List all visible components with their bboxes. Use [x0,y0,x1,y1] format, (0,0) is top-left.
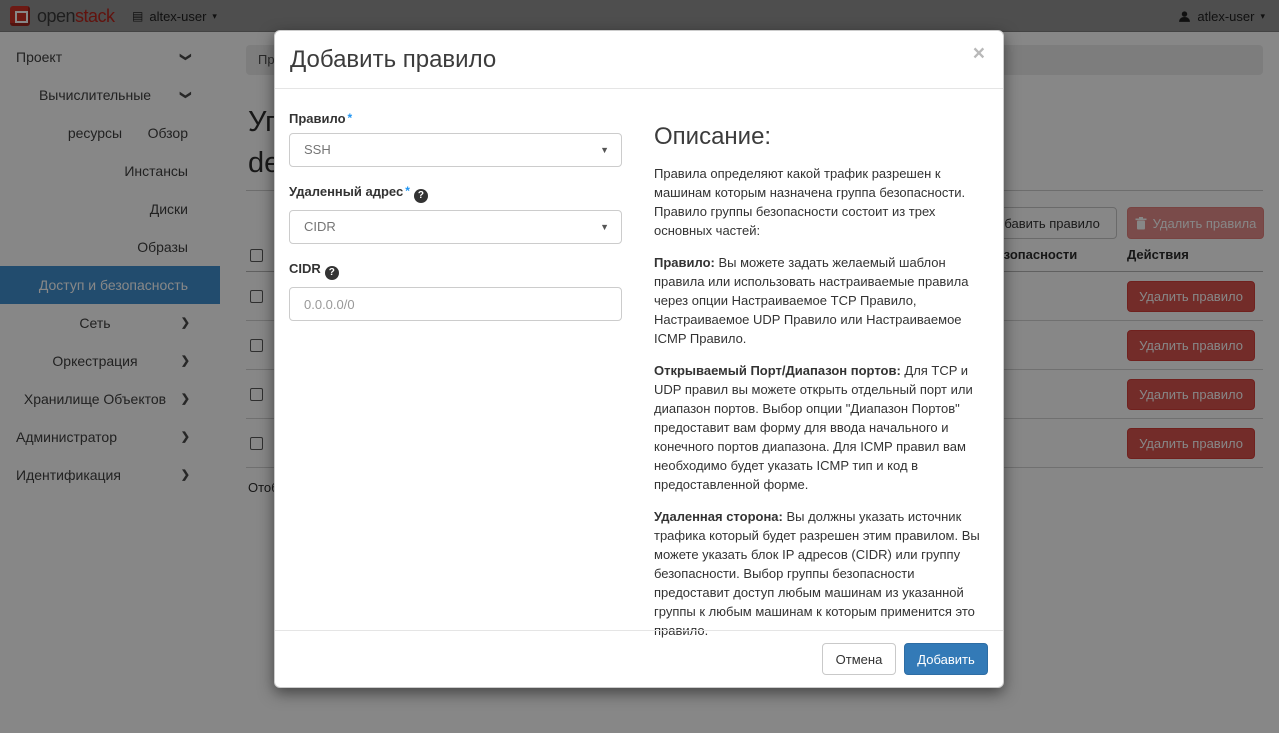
cidr-input[interactable] [289,287,622,321]
rule-label: Правило* [289,111,624,126]
description-term: Правило: [654,255,715,270]
cidr-label: CIDR? [289,261,624,280]
required-asterisk: * [405,184,410,198]
help-icon[interactable]: ? [414,189,428,203]
cancel-button[interactable]: Отмена [822,643,896,675]
modal-header: Добавить правило × [275,31,1003,89]
remote-label: Удаленный адрес*? [289,184,624,203]
rule-select[interactable]: SSH ▼ [289,133,622,167]
select-caret-icon: ▼ [600,211,609,243]
submit-button[interactable]: Добавить [904,643,988,675]
description-text: Для TCP и UDP правил вы можете открыть о… [654,363,973,492]
close-icon[interactable]: × [973,43,985,64]
description-section-remote: Удаленная сторона: Вы должны указать ист… [654,507,987,640]
modal-description: Описание: Правила определяют какой трафи… [654,89,987,640]
modal-title: Добавить правило [290,46,496,74]
description-text: Вы должны указать источник трафика котор… [654,509,980,638]
remote-select[interactable]: CIDR ▼ [289,210,622,244]
description-term: Открываемый Порт/Диапазон портов: [654,363,901,378]
description-section-rule: Правило: Вы можете задать желаемый шабло… [654,253,987,348]
select-caret-icon: ▼ [600,134,609,166]
remote-select-value: CIDR [304,219,336,234]
modal-form: Правило* SSH ▼ Удаленный адрес*? CIDR ▼ … [289,89,624,321]
rule-select-value: SSH [304,142,331,157]
rule-label-text: Правило [289,111,346,126]
cidr-label-text: CIDR [289,261,321,276]
add-rule-modal: Добавить правило × Правило* SSH ▼ Удален… [274,30,1004,688]
description-heading: Описание: [654,123,987,151]
required-asterisk: * [348,111,353,125]
openstack-dashboard: openstack ▤ altex-user ▾ atlex-user ▾ Пр… [0,0,1279,733]
remote-label-text: Удаленный адрес [289,184,403,199]
description-section-port: Открываемый Порт/Диапазон портов: Для TC… [654,361,987,494]
modal-footer: Отмена Добавить [275,630,1003,687]
description-term: Удаленная сторона: [654,509,783,524]
help-icon[interactable]: ? [325,266,339,280]
description-intro: Правила определяют какой трафик разрешен… [654,164,987,240]
